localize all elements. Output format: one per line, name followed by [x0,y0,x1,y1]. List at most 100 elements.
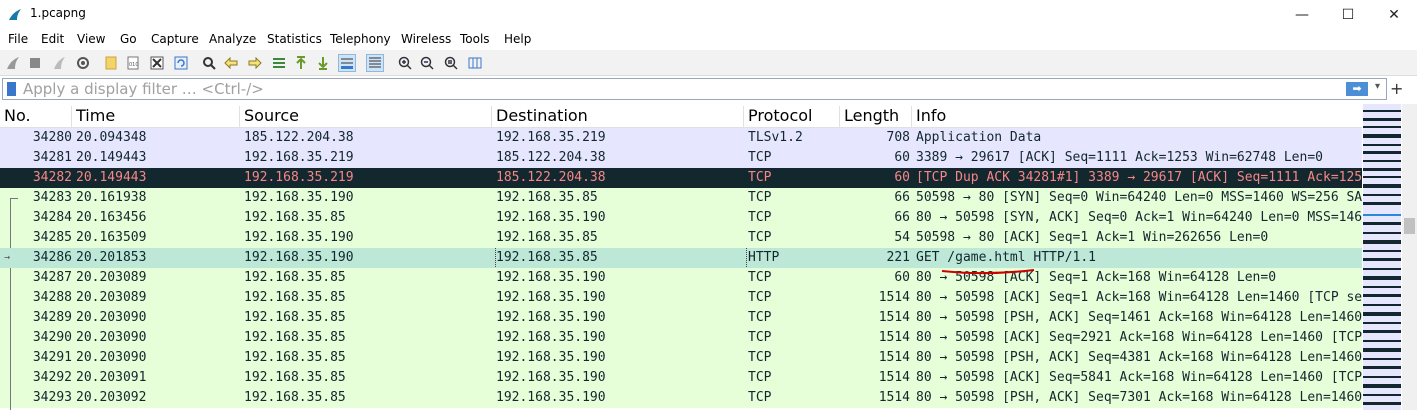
maximize-button[interactable]: ☐ [1325,0,1371,30]
packet-row[interactable]: 34281 20.149443 192.168.35.219 185.122.2… [0,148,1362,168]
cell-info: Application Data [916,130,1042,145]
packet-row[interactable]: 34284 20.163456 192.168.35.85 192.168.35… [0,208,1362,228]
arrow-right-icon[interactable]: ➡ [1346,82,1368,96]
find-icon[interactable] [200,54,218,72]
first-icon[interactable] [292,54,310,72]
packet-row[interactable]: 34282 20.149443 192.168.35.219 185.122.2… [0,168,1362,188]
autoscroll-icon[interactable] [338,54,356,72]
menu-wireless[interactable]: Wireless [401,32,451,46]
packet-list-header: No. Time Source Destination Protocol Len… [0,104,1362,128]
cell-length: 54 [894,230,910,245]
cell-source: 192.168.35.85 [244,290,346,305]
column-protocol[interactable]: Protocol [744,106,840,128]
restart-icon[interactable] [50,54,68,72]
packet-row[interactable]: 34291 20.203090 192.168.35.85 192.168.35… [0,348,1362,368]
menu-view[interactable]: View [77,32,105,46]
packet-list: 34280 20.094348 185.122.204.38 192.168.3… [0,128,1362,410]
cell-destination: 192.168.35.190 [496,390,606,405]
back-icon[interactable] [222,54,240,72]
packet-row-selected[interactable]: → 34286 20.201853 192.168.35.190 192.168… [0,248,1362,268]
menu-analyze[interactable]: Analyze [209,32,256,46]
cell-protocol: TCP [748,170,772,185]
column-no[interactable]: No. [0,106,72,128]
cell-info: 80 → 50598 [ACK] Seq=5841 Ack=168 Win=64… [916,370,1362,385]
options-icon[interactable] [74,54,92,72]
column-length[interactable]: Length [840,106,912,128]
display-filter-bar: ➡ ▾ [2,78,1387,100]
cell-destination: 192.168.35.85 [495,248,747,268]
vertical-scrollbar[interactable] [1402,104,1417,410]
packet-row[interactable]: 34285 20.163509 192.168.35.190 192.168.3… [0,228,1362,248]
cell-destination: 192.168.35.219 [496,130,606,145]
menu-capture[interactable]: Capture [151,32,199,46]
minimize-button[interactable]: — [1279,0,1325,30]
cell-source: 192.168.35.190 [244,250,354,265]
cell-protocol: TCP [748,330,772,345]
column-destination[interactable]: Destination [492,106,744,128]
packet-row[interactable]: 34280 20.094348 185.122.204.38 192.168.3… [0,128,1362,148]
menu-statistics[interactable]: Statistics [267,32,322,46]
column-source[interactable]: Source [240,106,492,128]
cell-info: 80 → 50598 [ACK] Seq=1 Ack=168 Win=64128… [916,290,1362,305]
column-time[interactable]: Time [72,106,240,128]
resize-columns-icon[interactable] [466,54,484,72]
close-file-icon[interactable] [148,54,166,72]
cell-length: 60 [894,170,910,185]
cell-no: 34286 [32,250,72,265]
forward-icon[interactable] [246,54,264,72]
menu-edit[interactable]: Edit [41,32,64,46]
menu-file[interactable]: File [8,32,28,46]
menu-help[interactable]: Help [504,32,531,46]
cell-destination: 185.122.204.38 [496,150,606,165]
cell-source: 192.168.35.190 [244,190,354,205]
cell-protocol: TCP [748,290,772,305]
file-icon[interactable]: 0101 [124,54,142,72]
add-filter-button[interactable]: + [1390,79,1403,98]
bookmark-icon[interactable] [7,82,16,96]
stop-icon[interactable] [26,54,44,72]
cell-time: 20.203091 [76,370,147,385]
cell-source: 192.168.35.85 [244,370,346,385]
zoom-out-icon[interactable] [418,54,436,72]
packet-overview-minimap[interactable] [1363,104,1401,410]
chevron-down-icon[interactable]: ▾ [1375,81,1380,92]
packet-row[interactable]: 34293 20.203092 192.168.35.85 192.168.35… [0,388,1362,408]
close-button[interactable]: ✕ [1371,0,1417,30]
cell-destination: 192.168.35.190 [496,350,606,365]
packet-row[interactable]: 34288 20.203089 192.168.35.85 192.168.35… [0,288,1362,308]
cell-length: 1514 [878,330,910,345]
jump-icon[interactable] [270,54,288,72]
cell-destination: 192.168.35.85 [496,230,598,245]
cell-length: 1514 [878,390,910,405]
packet-row[interactable]: 34283 20.161938 192.168.35.190 192.168.3… [0,188,1362,208]
open-icon[interactable] [102,54,120,72]
menu-tools[interactable]: Tools [460,32,490,46]
last-icon[interactable] [314,54,332,72]
packet-row[interactable]: 34289 20.203090 192.168.35.85 192.168.35… [0,308,1362,328]
cell-source: 192.168.35.85 [244,330,346,345]
cell-destination: 192.168.35.190 [496,290,606,305]
column-info[interactable]: Info [912,106,1362,128]
reload-icon[interactable] [172,54,190,72]
cell-protocol: TCP [748,310,772,325]
cell-time: 20.163509 [76,230,147,245]
zoom-normal-icon[interactable] [442,54,460,72]
zoom-in-icon[interactable] [396,54,414,72]
packet-row[interactable]: 34292 20.203091 192.168.35.85 192.168.35… [0,368,1362,388]
menu-telephony[interactable]: Telephony [330,32,391,46]
packet-row[interactable]: 34290 20.203090 192.168.35.85 192.168.35… [0,328,1362,348]
cell-length: 60 [894,270,910,285]
scrollbar-thumb[interactable] [1404,218,1415,234]
conversation-tree-start [10,198,18,199]
cell-destination: 192.168.35.190 [496,370,606,385]
cell-length: 66 [894,190,910,205]
shark-fin-icon[interactable] [4,54,22,72]
cell-time: 20.203089 [76,290,147,305]
cell-length: 66 [894,210,910,225]
cell-source: 192.168.35.85 [244,310,346,325]
cell-protocol: TCP [748,270,772,285]
colorize-icon[interactable] [366,54,384,72]
packet-row[interactable]: 34287 20.203089 192.168.35.85 192.168.35… [0,268,1362,288]
menu-go[interactable]: Go [120,32,137,46]
display-filter-input[interactable] [23,80,1323,98]
